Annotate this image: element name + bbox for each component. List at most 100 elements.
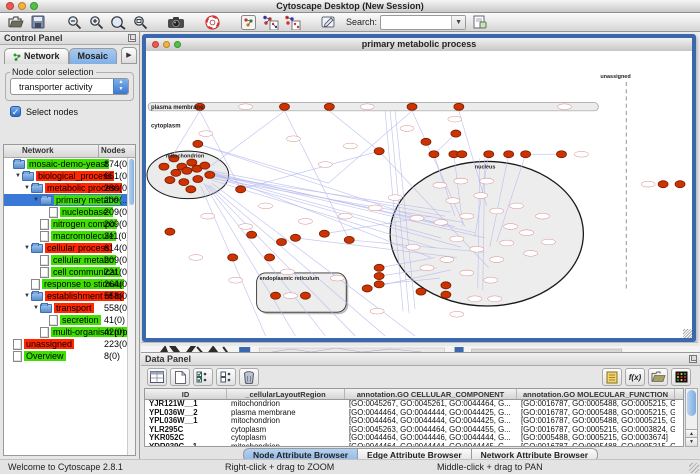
tree-row-metabolic-process[interactable]: ▼metabolic process280(0) bbox=[4, 182, 128, 194]
search-dropdown-icon[interactable]: ▼ bbox=[451, 16, 465, 29]
tree-row-primary-metabo[interactable]: ▼primary metabo209(... bbox=[4, 194, 128, 206]
network-canvas[interactable]: plasma membranecytoplasmmitochondrionnuc… bbox=[146, 51, 692, 338]
tree-row-cell-communicat[interactable]: cell communicat221(0) bbox=[4, 266, 128, 278]
network-overview-icon[interactable] bbox=[238, 14, 258, 31]
search-input[interactable] bbox=[381, 17, 451, 28]
notes-icon[interactable] bbox=[602, 368, 622, 386]
background-window-strip[interactable] bbox=[141, 342, 698, 352]
delete-attribute-icon[interactable] bbox=[239, 368, 259, 386]
table-row[interactable]: YJR121W__1mitochondrion[GO:0045267, GO:0… bbox=[145, 400, 683, 409]
zoom-fit-icon[interactable] bbox=[108, 14, 128, 31]
region-label: unassigned bbox=[600, 74, 631, 80]
tree-node-count: 614(0) bbox=[104, 242, 128, 254]
scroll-down-icon[interactable]: ▼ bbox=[686, 437, 697, 446]
unselect-attributes-icon[interactable] bbox=[216, 368, 236, 386]
node-label bbox=[283, 293, 297, 299]
import-attributes-icon[interactable] bbox=[470, 14, 490, 31]
tree-row-nitrogen-compo[interactable]: nitrogen compo209(0) bbox=[4, 218, 128, 230]
help-icon[interactable] bbox=[202, 14, 222, 31]
table-row[interactable]: YPL036W__2plasma membrane[GO:0044464, GO… bbox=[145, 409, 683, 418]
zoom-in-icon[interactable] bbox=[86, 14, 106, 31]
tree-row-macromolecule[interactable]: macromolecule311(0) bbox=[4, 230, 128, 242]
node-label bbox=[574, 151, 588, 157]
table-row[interactable]: YLR295Ccytoplasm[GO:0045263, GO:0044464,… bbox=[145, 426, 683, 435]
new-network-from-selection-selected-edges-icon[interactable] bbox=[282, 14, 302, 31]
status-zoom-hint: Right-click + drag to ZOOM bbox=[225, 462, 334, 472]
table-row[interactable]: YDR039C__1mitochondrion[GO:0044464, GO:0… bbox=[145, 443, 683, 448]
snapshot-icon[interactable] bbox=[166, 14, 186, 31]
table-cell: [GO:0045263, GO:0044464, GO:0044455, G..… bbox=[345, 426, 517, 435]
table-row[interactable]: YPL036W__1mitochondrion[GO:0044464, GO:0… bbox=[145, 417, 683, 426]
tree-row-secretion[interactable]: secretion41(0) bbox=[4, 314, 128, 326]
zoom-selected-region-icon[interactable] bbox=[130, 14, 150, 31]
tree-row-biological-process[interactable]: ▼biological_process651(0) bbox=[4, 170, 128, 182]
tab-network[interactable]: Network bbox=[4, 48, 69, 64]
more-tabs-icon[interactable]: ▶ bbox=[121, 47, 137, 64]
node-label bbox=[400, 126, 414, 132]
node-label bbox=[488, 296, 502, 302]
disclosure-triangle-icon[interactable]: ▼ bbox=[32, 305, 40, 311]
app-resize-grip[interactable] bbox=[689, 463, 699, 473]
node-label bbox=[229, 277, 243, 283]
tree-row-establishment-of-lo[interactable]: ▼establishment of lo558(0) bbox=[4, 290, 128, 302]
tab-mosaic[interactable]: Mosaic bbox=[69, 48, 118, 64]
new-network-from-selection-all-edges-icon[interactable] bbox=[260, 14, 280, 31]
data-panel-float-icon[interactable] bbox=[689, 355, 697, 363]
folder-icon bbox=[31, 244, 43, 253]
tree-column-network[interactable]: Network bbox=[4, 145, 98, 157]
tree-row-multi-organism-pro[interactable]: multi-organism pro42(0) bbox=[4, 326, 128, 338]
node-label bbox=[470, 246, 484, 252]
region-label: nucleus bbox=[475, 165, 496, 171]
selected-node bbox=[171, 169, 181, 176]
node-label bbox=[490, 257, 504, 263]
network-window[interactable]: primary metabolic process plasma membran… bbox=[142, 34, 696, 342]
zoom-out-icon[interactable] bbox=[64, 14, 84, 31]
tree-row-cellular-process[interactable]: ▼cellular process614(0) bbox=[4, 242, 128, 254]
table-cell: [GO:0044464, GO:0044444, GO:0044425, G..… bbox=[345, 409, 517, 418]
tree-scrollbar[interactable] bbox=[127, 158, 135, 455]
new-attribute-icon[interactable] bbox=[170, 368, 190, 386]
tree-row-transport[interactable]: ▼transport558(0) bbox=[4, 302, 128, 314]
tree-column-nodes[interactable]: Nodes bbox=[98, 145, 135, 157]
node-color-dropdown[interactable]: transporter activity ▲▼ bbox=[10, 78, 129, 95]
tree-row-nucleobase-[interactable]: nucleobase-209(0) bbox=[4, 206, 128, 218]
table-row[interactable]: YKR052Ccytoplasm[GO:0044464, GO:0044446,… bbox=[145, 434, 683, 443]
data-panel-scrollbar[interactable]: ▲ ▼ bbox=[685, 388, 698, 447]
tree-row-overview[interactable]: Overview8(0) bbox=[4, 350, 128, 362]
tree-row-mosaic-demo-yeast[interactable]: mosaic-demo-yeast874(0) bbox=[4, 158, 128, 170]
import-folder-icon[interactable] bbox=[648, 368, 668, 386]
column-header[interactable]: annotation.GO CELLULAR_COMPONENT bbox=[345, 389, 517, 399]
select-attributes-icon[interactable] bbox=[193, 368, 213, 386]
table-cell: [GO:0016787, GO:0005488, GO:0005215, G..… bbox=[517, 443, 675, 448]
disclosure-triangle-icon[interactable]: ▼ bbox=[23, 293, 31, 299]
disclosure-triangle-icon[interactable]: ▼ bbox=[23, 185, 31, 191]
open-icon[interactable] bbox=[6, 14, 26, 31]
column-header[interactable]: ID bbox=[145, 389, 227, 399]
annotation-icon[interactable] bbox=[318, 14, 338, 31]
tree-row-response-to-stimulu[interactable]: response to stimulu264(0) bbox=[4, 278, 128, 290]
table-cell: YDR039C__1 bbox=[145, 443, 227, 448]
save-icon[interactable] bbox=[28, 14, 48, 31]
selected-node bbox=[344, 236, 354, 243]
float-panel-icon[interactable] bbox=[128, 34, 136, 42]
table-cell: [GO:0045267, GO:0045261, GO:0044464, G..… bbox=[345, 400, 517, 409]
tree-row-unassigned[interactable]: unassigned223(0) bbox=[4, 338, 128, 350]
select-nodes-checkbox[interactable]: ✓ bbox=[10, 106, 21, 117]
node-label bbox=[484, 277, 498, 283]
tree-node-count: 42(0) bbox=[104, 326, 125, 338]
heatmap-icon[interactable] bbox=[671, 368, 691, 386]
disclosure-triangle-icon[interactable]: ▼ bbox=[14, 173, 22, 179]
disclosure-triangle-icon[interactable]: ▼ bbox=[23, 245, 31, 251]
function-builder-icon[interactable]: f(x) bbox=[625, 368, 645, 386]
tree-node-count: 651(0) bbox=[104, 170, 128, 182]
tree-node-count: 280(0) bbox=[104, 182, 128, 194]
attribute-table-icon[interactable] bbox=[147, 368, 167, 386]
node-label bbox=[388, 195, 402, 201]
tree-row-cellular-metabo[interactable]: cellular metabo209(0) bbox=[4, 254, 128, 266]
window-resize-grip[interactable] bbox=[683, 329, 692, 338]
column-header[interactable]: _cellularLayoutRegion bbox=[227, 389, 345, 399]
table-cell: [GO:0005488, GO:0005215, GO:0003674] bbox=[517, 434, 675, 443]
attribute-table-header: ID_cellularLayoutRegionannotation.GO CEL… bbox=[145, 389, 683, 400]
disclosure-triangle-icon[interactable]: ▼ bbox=[32, 197, 40, 203]
column-header[interactable]: annotation.GO MOLECULAR_FUNCTION bbox=[517, 389, 675, 399]
